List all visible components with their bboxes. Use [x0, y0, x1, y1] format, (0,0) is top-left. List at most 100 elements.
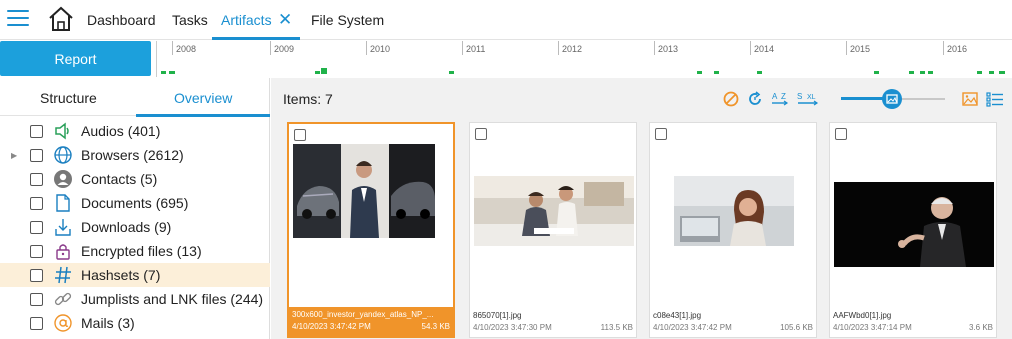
timeline-mark [920, 71, 925, 74]
tree-item-label: Downloads (9) [81, 219, 172, 235]
thumbnail-image [834, 182, 994, 267]
tab-file-system[interactable]: File System [311, 12, 384, 28]
thumbnail-image [293, 144, 435, 238]
card-date: 4/10/2023 3:47:30 PM [473, 323, 552, 332]
tree-item-label: Encrypted files (13) [81, 243, 202, 259]
refresh-icon[interactable] [746, 90, 764, 108]
card-date: 4/10/2023 3:47:14 PM [833, 323, 912, 332]
tree-item-label: Contacts (5) [81, 171, 158, 187]
gallery-card[interactable]: 865070[1].jpg 4/10/2023 3:47:30 PM 113.5… [469, 122, 637, 338]
tree-item-checkbox[interactable] [30, 172, 43, 186]
active-tab-indicator [212, 37, 300, 40]
tree-item-label: Mails (3) [81, 315, 135, 331]
report-button[interactable]: Report [0, 41, 151, 76]
timeline-year: 2016 [947, 44, 968, 54]
hash-icon [52, 264, 74, 286]
at-icon [52, 312, 74, 334]
timeline-year: 2010 [370, 44, 391, 54]
link-icon [52, 288, 74, 310]
tree-item-contacts[interactable]: Contacts (5) [0, 167, 270, 191]
tree-item-label: Audios (401) [81, 123, 161, 139]
tab-tasks[interactable]: Tasks [172, 12, 208, 28]
svg-text:S: S [797, 92, 802, 101]
tree-item-checkbox[interactable] [30, 124, 43, 138]
download-icon [52, 216, 74, 238]
tree-item-checkbox[interactable] [30, 220, 43, 234]
svg-text:Z: Z [781, 92, 786, 101]
timeline-year: 2014 [754, 44, 775, 54]
sort-az-icon[interactable]: AZ [771, 90, 789, 108]
timeline-tick [654, 41, 655, 55]
card-checkbox[interactable] [294, 129, 306, 141]
timeline-year: 2012 [562, 44, 583, 54]
gallery-card[interactable]: AAFWbd0[1].jpg 4/10/2023 3:47:14 PM 3.6 … [829, 122, 997, 338]
gallery-card[interactable]: c08e43[1].jpg 4/10/2023 3:47:42 PM 105.6… [649, 122, 817, 338]
tree-item-hashsets[interactable]: Hashsets (7) [0, 263, 270, 287]
active-tab-indicator [136, 114, 270, 117]
tree-item-encrypted-files[interactable]: Encrypted files (13) [0, 239, 270, 263]
timeline-tick [750, 41, 751, 55]
items-count: Items: 7 [283, 91, 333, 107]
svg-text:XL: XL [807, 94, 816, 101]
globe-icon [52, 144, 74, 166]
block-icon[interactable] [722, 90, 740, 108]
timeline-mark [321, 68, 327, 74]
card-size: 54.3 KB [421, 322, 450, 331]
hamburger-menu-icon[interactable] [7, 10, 29, 28]
gallery-panel: Items: 7 AZ S XL 300x600_investor_yandex… [271, 78, 1012, 339]
tree-item-documents[interactable]: Documents (695) [0, 191, 270, 215]
tab-overview[interactable]: Overview [174, 90, 232, 106]
tree-item-checkbox[interactable] [30, 196, 43, 210]
tree-item-audios[interactable]: Audios (401) [0, 119, 270, 143]
card-filename: c08e43[1].jpg [653, 311, 702, 320]
card-date: 4/10/2023 3:47:42 PM [292, 322, 371, 331]
timeline[interactable]: 2008 2009 2010 2011 2012 2013 2014 2015 … [156, 41, 1012, 77]
timeline-mark [928, 71, 933, 74]
card-caption: c08e43[1].jpg 4/10/2023 3:47:42 PM 105.6… [650, 308, 816, 338]
tree-item-browsers[interactable]: ▶ Browsers (2612) [0, 143, 270, 167]
timeline-tick [462, 41, 463, 55]
top-nav-bar: Dashboard Tasks Artifacts ✕ File System [0, 0, 1012, 40]
timeline-mark [757, 71, 762, 74]
tree-item-checkbox[interactable] [30, 148, 43, 162]
document-icon [52, 192, 74, 214]
tree-item-checkbox[interactable] [30, 316, 43, 330]
left-panel-tabs: Structure Overview [0, 78, 270, 117]
tab-artifacts[interactable]: Artifacts [221, 12, 272, 28]
timeline-tick [558, 41, 559, 55]
timeline-mark [449, 71, 454, 74]
timeline-mark [714, 71, 719, 74]
expand-arrow-icon[interactable]: ▶ [11, 151, 17, 160]
gallery-card[interactable]: 300x600_investor_yandex_atlas_NP_... 4/1… [287, 122, 455, 338]
tab-dashboard[interactable]: Dashboard [87, 12, 156, 28]
lock-icon [52, 240, 74, 262]
card-checkbox[interactable] [835, 128, 847, 140]
tree-item-checkbox[interactable] [30, 292, 43, 306]
timeline-mark [989, 71, 994, 74]
tab-structure[interactable]: Structure [40, 90, 97, 106]
list-view-icon[interactable] [986, 90, 1004, 108]
timeline-tick [366, 41, 367, 55]
card-checkbox[interactable] [655, 128, 667, 140]
card-size: 3.6 KB [968, 323, 993, 332]
timeline-year: 2015 [850, 44, 871, 54]
home-icon[interactable] [47, 5, 75, 33]
zoom-slider-thumb[interactable] [882, 89, 902, 109]
image-view-icon[interactable] [961, 90, 979, 108]
tree-item-label: Hashsets (7) [81, 267, 161, 283]
sort-size-icon[interactable]: S XL [797, 90, 819, 108]
timeline-mark [697, 71, 702, 74]
timeline-tick [846, 41, 847, 55]
tree-item-downloads[interactable]: Downloads (9) [0, 215, 270, 239]
tree-item-mails[interactable]: Mails (3) [0, 311, 270, 335]
timeline-year: 2013 [658, 44, 679, 54]
card-checkbox[interactable] [475, 128, 487, 140]
card-filename: 300x600_investor_yandex_atlas_NP_... [292, 310, 434, 319]
timeline-mark [161, 71, 166, 74]
tree-item-checkbox[interactable] [30, 244, 43, 258]
left-panel: Structure Overview Audios (401) ▶ Browse… [0, 78, 270, 339]
tree-item-jumplists[interactable]: Jumplists and LNK files (244) [0, 287, 270, 311]
timeline-mark [874, 71, 879, 74]
close-tab-icon[interactable]: ✕ [278, 11, 292, 28]
tree-item-checkbox[interactable] [30, 268, 43, 282]
